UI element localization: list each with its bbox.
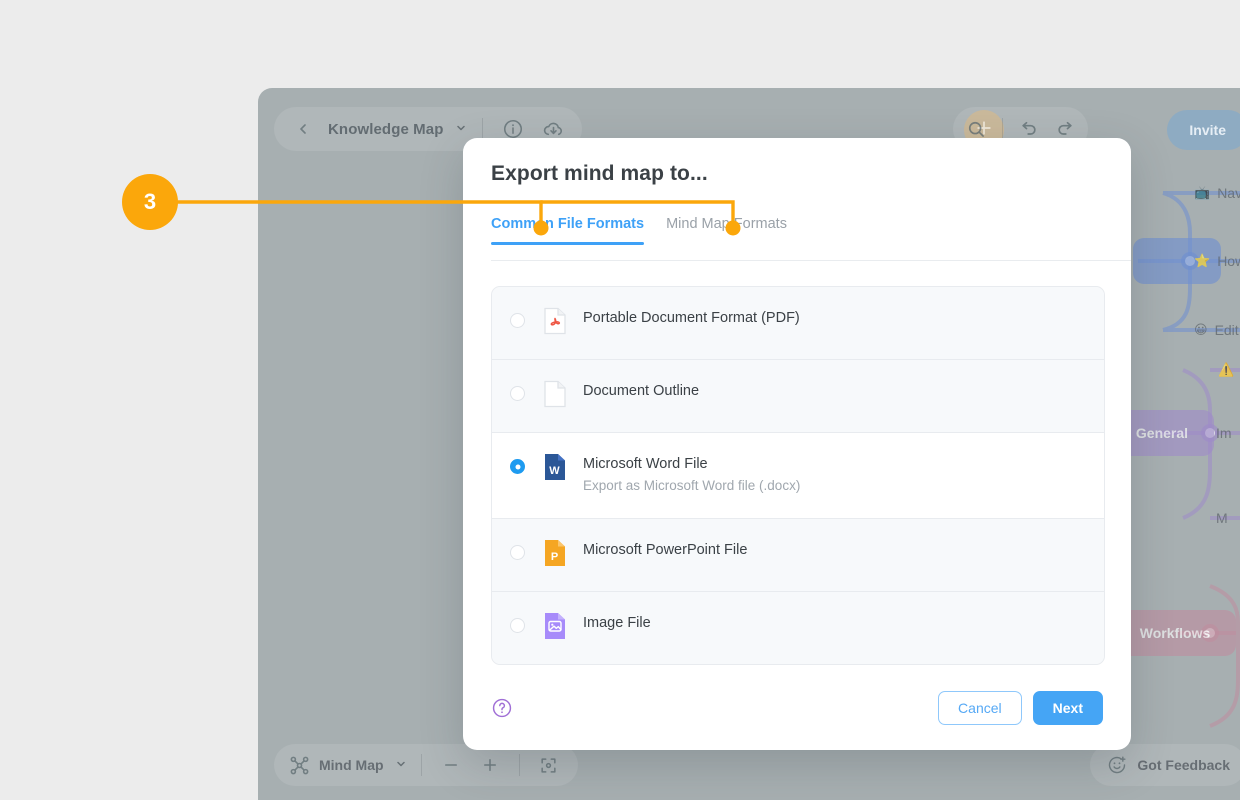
mind-map-leaf[interactable]: 📺 Nav xyxy=(1194,185,1240,201)
tab-label: Common File Formats xyxy=(491,216,645,232)
format-tabs: Common File Formats Mind Map Formats xyxy=(491,216,1131,261)
word-file-icon: W xyxy=(543,453,567,481)
plus-icon[interactable] xyxy=(475,750,505,780)
mind-map-leaf[interactable]: 😀 Edit xyxy=(1194,322,1239,338)
smiley-emoji-icon: 😀 xyxy=(1194,322,1208,337)
tv-emoji-icon: 📺 xyxy=(1194,185,1211,200)
feedback-label: Got Feedback xyxy=(1137,757,1230,773)
view-mode-label[interactable]: Mind Map xyxy=(319,757,384,773)
format-option-word[interactable]: W Microsoft Word File Export as Microsof… xyxy=(492,433,1104,519)
format-subtitle: Export as Microsoft Word file (.docx) xyxy=(583,477,801,493)
divider xyxy=(482,118,484,140)
feedback-bar[interactable]: Got Feedback xyxy=(1090,744,1240,786)
tab-mind-map-formats[interactable]: Mind Map Formats xyxy=(666,216,787,244)
radio-image[interactable] xyxy=(510,617,525,633)
image-file-icon xyxy=(543,612,567,640)
mind-map-leaf[interactable]: M xyxy=(1216,510,1228,526)
next-label: Next xyxy=(1052,700,1083,716)
radio-pdf[interactable] xyxy=(510,313,525,328)
screen: General Workflows 📺 Nav ⭐ How 😀 Edit ⚠️ … xyxy=(0,0,1240,800)
fit-to-screen-icon[interactable] xyxy=(534,750,564,780)
next-button[interactable]: Next xyxy=(1032,691,1103,725)
invite-label: Invite xyxy=(1189,122,1226,138)
leaf-label: Nav xyxy=(1217,185,1240,201)
help-circle-icon[interactable] xyxy=(491,697,513,719)
tab-common-file-formats[interactable]: Common File Formats xyxy=(491,216,645,245)
format-title: Microsoft PowerPoint File xyxy=(583,541,748,558)
mind-map-leaf[interactable]: ⭐ How xyxy=(1194,253,1240,269)
node-label-workflows: Workflows xyxy=(1139,625,1211,641)
dialog-title: Export mind map to... xyxy=(491,162,708,185)
node-label-general: General xyxy=(1135,425,1189,441)
leaf-label: Im xyxy=(1216,425,1232,441)
annotation-step-number: 3 xyxy=(143,189,157,214)
cancel-label: Cancel xyxy=(958,700,1002,716)
export-dialog: Export mind map to... Common File Format… xyxy=(463,138,1131,750)
footer-buttons: Cancel Next xyxy=(938,691,1103,725)
chevron-left-icon[interactable] xyxy=(288,114,318,144)
view-mode-bar: Mind Map xyxy=(274,744,578,786)
leaf-label: How xyxy=(1217,253,1240,269)
radio-document-outline[interactable] xyxy=(510,386,525,401)
format-option-document-outline[interactable]: Document Outline xyxy=(492,360,1104,433)
minus-icon[interactable] xyxy=(436,750,466,780)
mind-map-leaf[interactable]: ⚠️ xyxy=(1218,362,1234,378)
mind-map-icon[interactable] xyxy=(288,754,310,776)
annotation-step-badge: 3 xyxy=(122,174,178,230)
format-option-pdf[interactable]: Portable Document Format (PDF) xyxy=(492,287,1104,360)
dialog-footer: Cancel Next xyxy=(491,688,1103,728)
invite-button[interactable]: Invite xyxy=(1167,110,1240,150)
cancel-button[interactable]: Cancel xyxy=(938,691,1022,725)
format-list: Portable Document Format (PDF) Document … xyxy=(491,286,1105,665)
divider xyxy=(518,754,520,776)
smiley-plus-icon xyxy=(1106,754,1128,776)
leaf-label: Edit xyxy=(1214,322,1239,338)
warning-emoji-icon: ⚠️ xyxy=(1218,362,1235,377)
svg-text:W: W xyxy=(549,465,560,477)
format-title: Microsoft Word File xyxy=(583,456,708,472)
tab-label: Mind Map Formats xyxy=(666,216,787,232)
chevron-down-icon[interactable] xyxy=(455,122,467,137)
leaf-label: M xyxy=(1216,510,1228,526)
format-option-image[interactable]: Image File xyxy=(492,591,1104,664)
mind-map-leaf[interactable]: Im xyxy=(1216,425,1232,441)
divider xyxy=(1002,118,1003,140)
star-emoji-icon: ⭐ xyxy=(1194,253,1211,268)
powerpoint-file-icon: P xyxy=(543,539,567,567)
divider xyxy=(420,754,422,776)
pdf-file-icon xyxy=(543,307,567,335)
radio-word[interactable] xyxy=(510,459,525,474)
mind-map-node-workflows[interactable]: Workflows xyxy=(1114,610,1236,656)
document-title[interactable]: Knowledge Map xyxy=(328,121,443,138)
format-title: Portable Document Format (PDF) xyxy=(583,310,800,326)
radio-powerpoint[interactable] xyxy=(510,544,525,560)
blank-document-icon xyxy=(543,380,567,408)
format-option-powerpoint[interactable]: P Microsoft PowerPoint File xyxy=(492,518,1104,592)
chevron-down-icon[interactable] xyxy=(395,758,407,773)
format-title: Image File xyxy=(583,614,651,631)
svg-text:P: P xyxy=(551,551,558,563)
format-title: Document Outline xyxy=(583,383,700,399)
